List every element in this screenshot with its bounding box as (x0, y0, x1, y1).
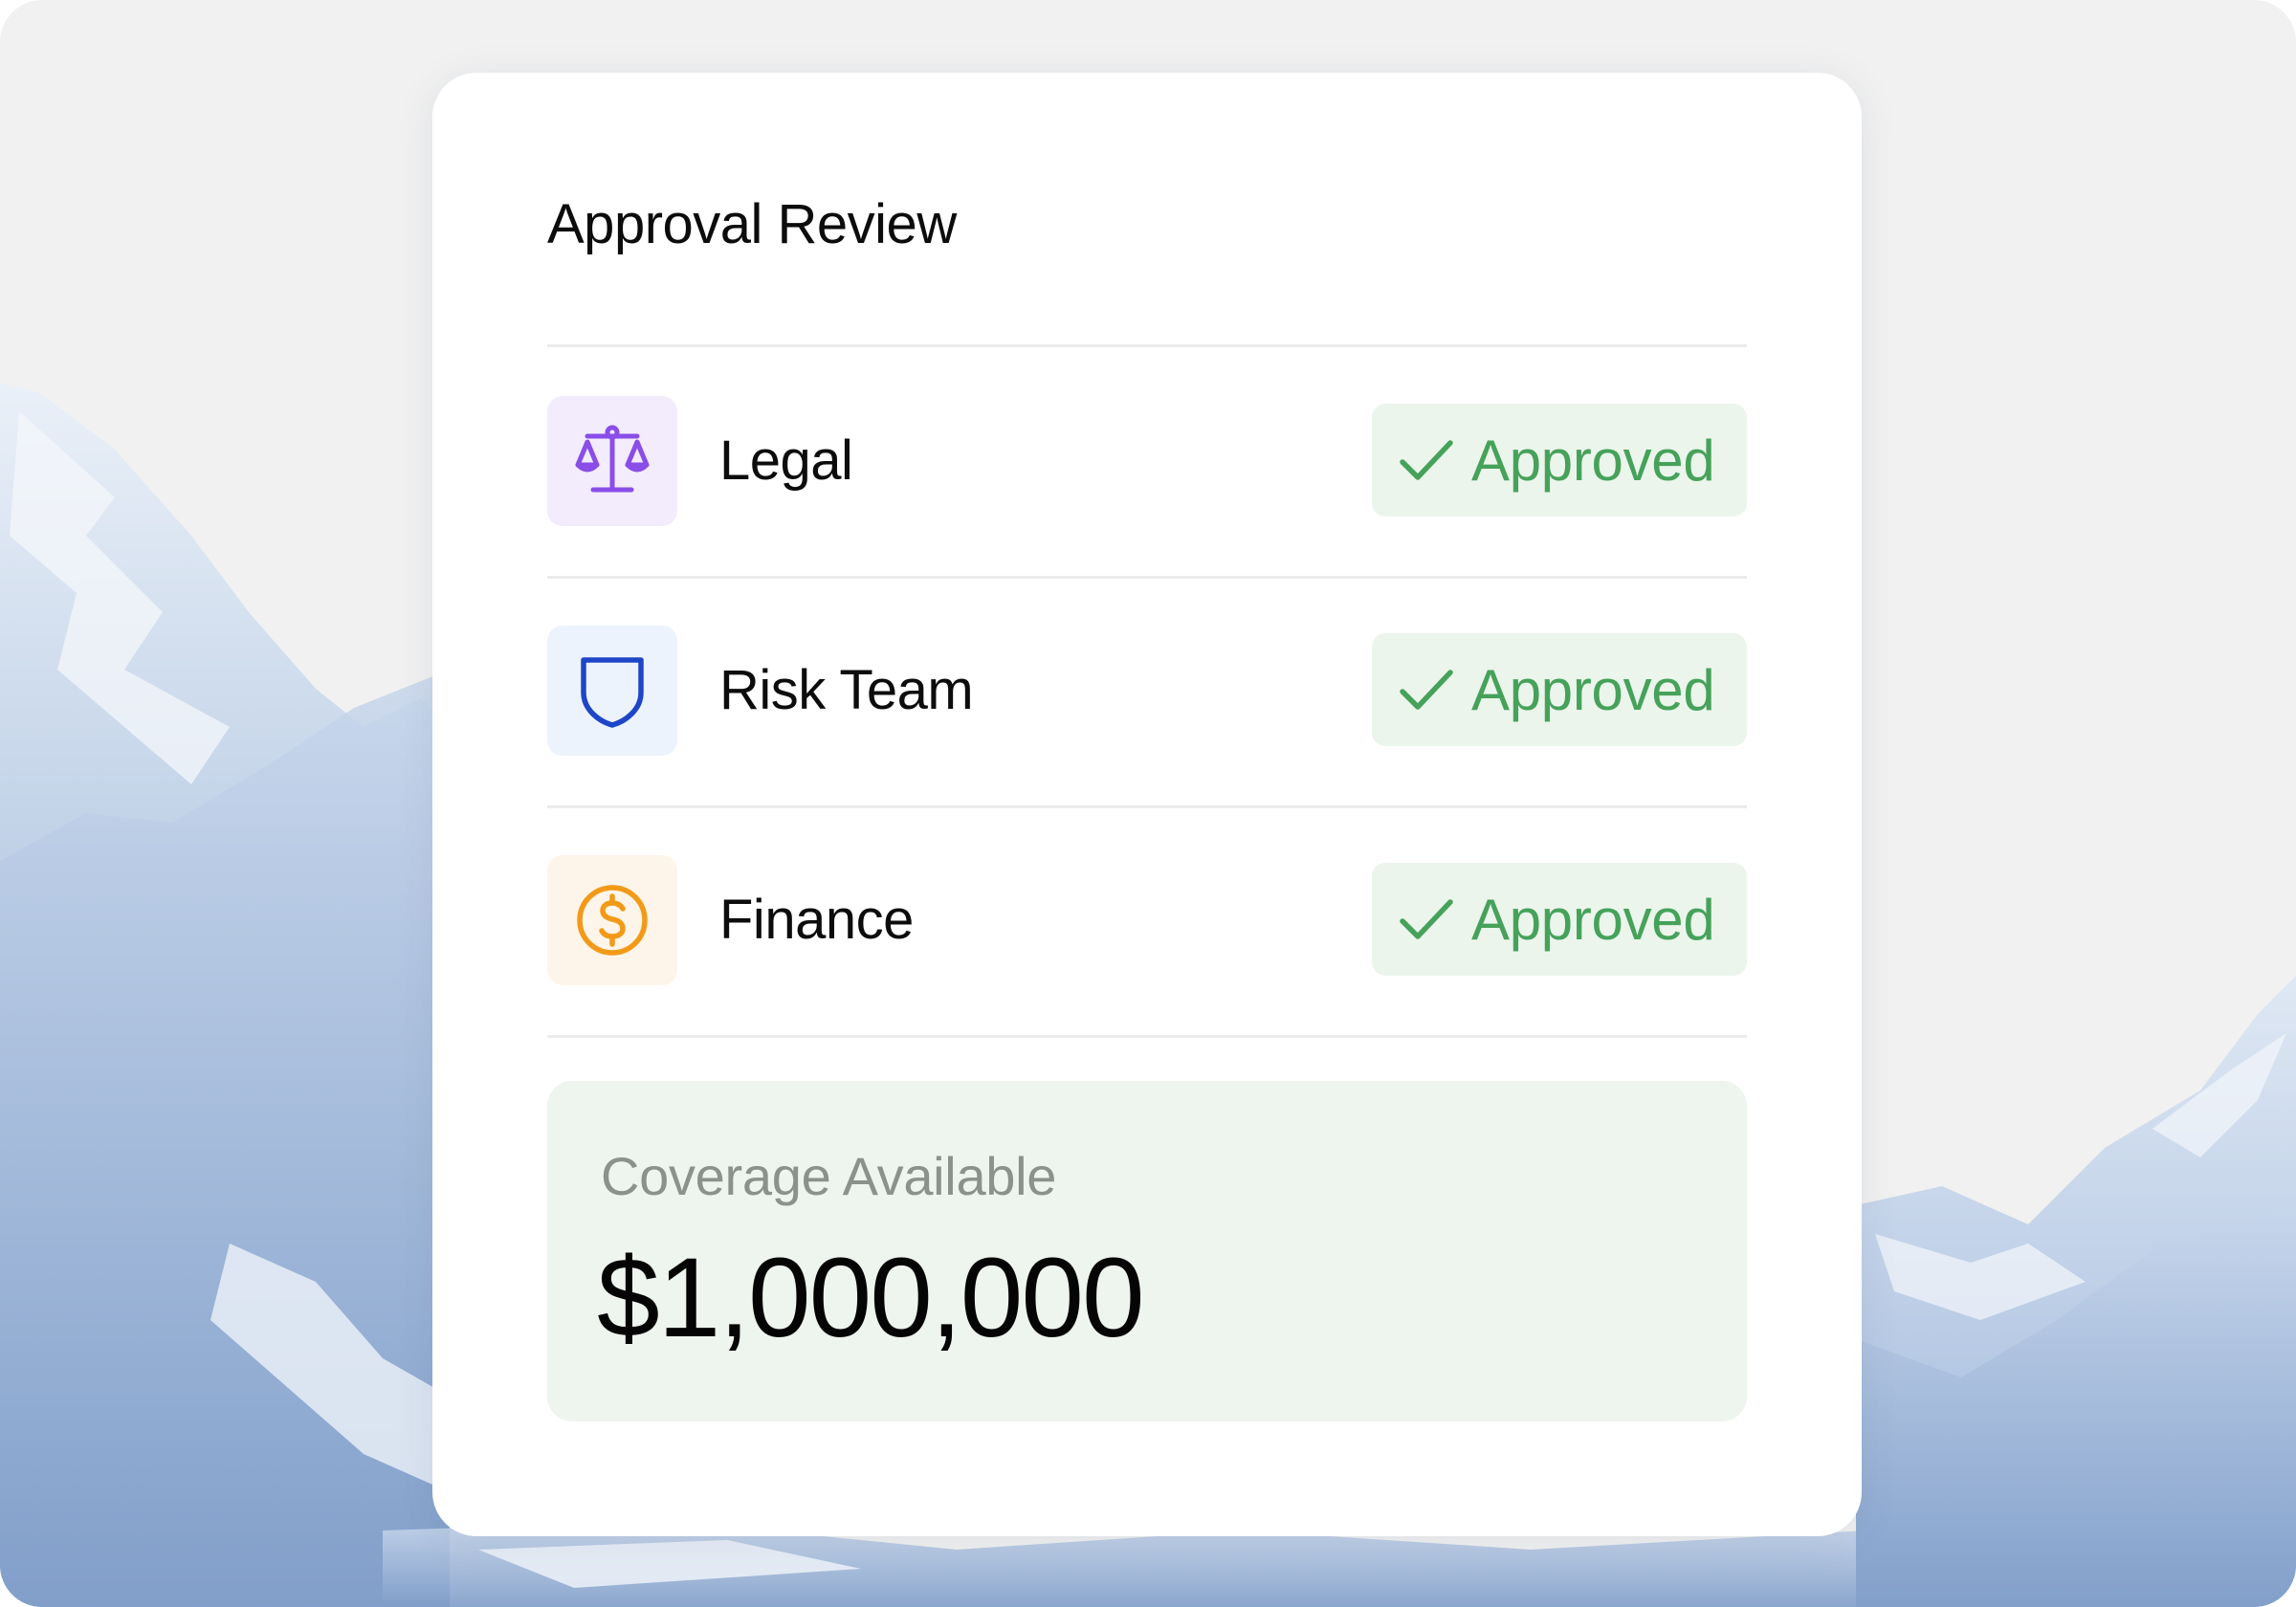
page-background: Approval Review Legal Approved Risk Team… (0, 0, 2296, 1607)
status-label: Approved (1471, 657, 1715, 722)
approval-review-card: Approval Review Legal Approved Risk Team… (432, 73, 1862, 1536)
status-badge: Approved (1372, 404, 1747, 517)
divider (547, 805, 1747, 808)
divider (547, 1035, 1747, 1038)
divider (547, 576, 1747, 579)
status-label: Approved (1471, 428, 1715, 493)
check-icon (1400, 899, 1453, 939)
scales-icon (575, 425, 650, 493)
finance-icon-box (547, 855, 677, 985)
coverage-panel: Coverage Available $1,000,000 (547, 1081, 1747, 1421)
risk-team-icon-box (547, 626, 677, 756)
dollar-coin-icon (577, 885, 648, 956)
check-icon (1400, 670, 1453, 710)
approval-row-legal: Legal Approved (547, 396, 1747, 526)
approval-row-label: Legal (719, 429, 853, 492)
status-badge: Approved (1372, 863, 1747, 976)
status-label: Approved (1471, 887, 1715, 952)
coverage-label: Coverage Available (601, 1146, 1057, 1206)
approval-row-label: Risk Team (719, 659, 974, 721)
approval-row-risk-team: Risk Team Approved (547, 626, 1747, 756)
divider (547, 344, 1747, 347)
card-title: Approval Review (547, 193, 957, 255)
status-badge: Approved (1372, 633, 1747, 746)
coverage-amount: $1,000,000 (597, 1235, 1145, 1361)
shield-icon (581, 657, 644, 728)
check-icon (1400, 440, 1453, 480)
approval-row-finance: Finance Approved (547, 855, 1747, 985)
approval-row-label: Finance (719, 889, 914, 951)
legal-icon-box (547, 396, 677, 526)
